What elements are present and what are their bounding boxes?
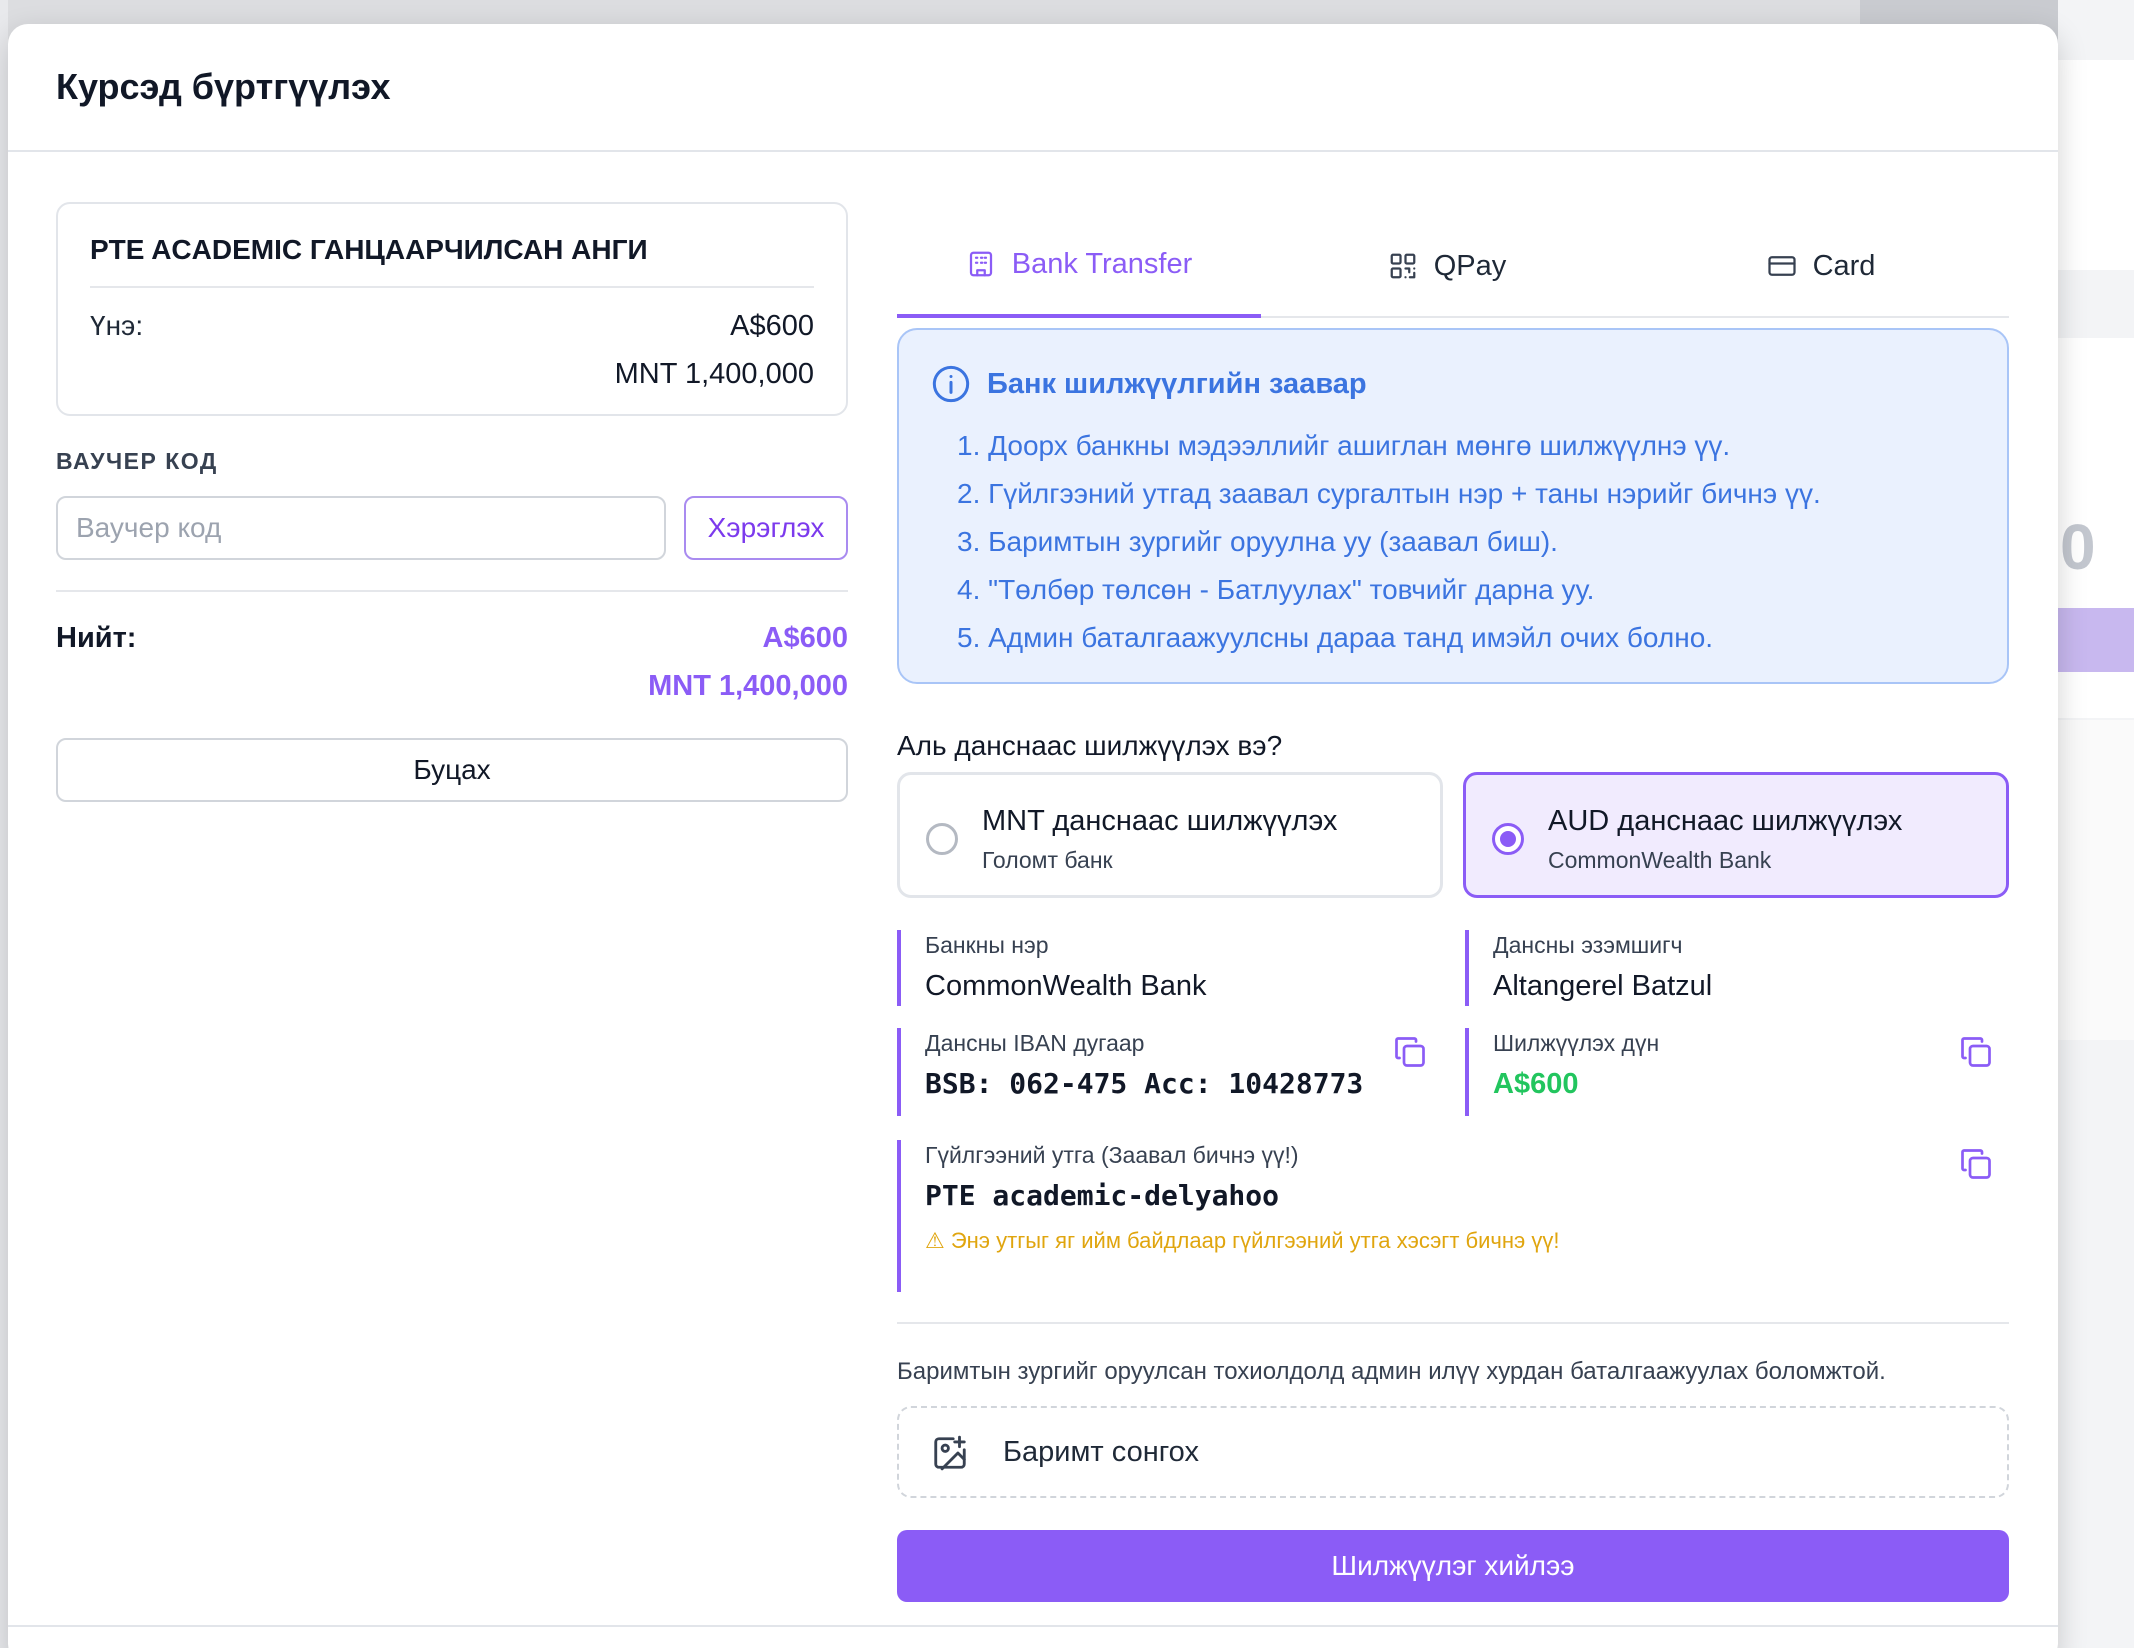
- tab-card[interactable]: Card: [1633, 214, 2009, 318]
- reference-label: Гүйлгээний утга (Заавал бичнэ үү!): [925, 1142, 1299, 1168]
- copy-iban-icon[interactable]: [1392, 1034, 1428, 1070]
- amount-label: Шилжүүлэх дүн: [1493, 1030, 1660, 1056]
- price-aud: A$600: [730, 310, 814, 342]
- image-upload-icon: [934, 1435, 966, 1471]
- amount-value: A$600: [1493, 1068, 1579, 1100]
- price-label: Үнэ:: [90, 310, 144, 341]
- copy-reference-icon[interactable]: [1958, 1146, 1994, 1182]
- tab-qpay[interactable]: QPay: [1261, 214, 1633, 318]
- modal-footer-divider: [8, 1625, 2058, 1627]
- voucher-label: ВАУЧЕР КОД: [56, 448, 218, 474]
- iban-value: BSB: 062-475 Acc: 10428773: [925, 1067, 1364, 1100]
- tab-bank-transfer[interactable]: Bank Transfer: [897, 214, 1261, 318]
- account-holder-label: Дансны эзэмшигч: [1493, 932, 1683, 958]
- account-option-aud[interactable]: AUD данснаас шилжүүлэх CommonWealth Bank: [1463, 772, 2009, 898]
- modal-title: Курсэд бүртгүүлэх: [56, 66, 391, 107]
- enroll-modal: Курсэд бүртгүүлэх PTE ACADEMIC ГАНЦААРЧИ…: [8, 24, 2058, 1648]
- back-button[interactable]: Буцах: [56, 738, 848, 802]
- background-card: [2058, 720, 2134, 1040]
- radio-button[interactable]: [1492, 823, 1524, 855]
- course-summary-card: PTE ACADEMIC ГАНЦААРЧИЛСАН АНГИ Үнэ: A$6…: [56, 202, 848, 416]
- amount-field: Шилжүүлэх дүн A$600: [1465, 1028, 2009, 1116]
- account-option-title: MNT данснаас шилжүүлэх: [982, 805, 1338, 837]
- apply-voucher-button[interactable]: Хэрэглэх: [684, 496, 848, 560]
- tab-label: Card: [1812, 249, 1876, 282]
- price-mnt: MNT 1,400,000: [614, 358, 814, 390]
- bank-name-value: CommonWealth Bank: [925, 970, 1207, 1002]
- course-title: PTE ACADEMIC ГАНЦААРЧИЛСАН АНГИ: [90, 234, 648, 265]
- account-option-title: AUD данснаас шилжүүлэх: [1548, 805, 1903, 837]
- payment-method-tabs: Bank Transfer QPay Card: [897, 214, 2009, 318]
- info-icon: [932, 365, 970, 403]
- instructions-title: Банк шилжүүлгийн заавар: [987, 367, 1367, 400]
- account-holder-value: Altangerel Batzul: [1493, 970, 1713, 1002]
- receipt-note: Баримтын зургийг оруулсан тохиолдолд адм…: [897, 1358, 1886, 1385]
- background-page-edge: 0: [2058, 0, 2134, 1648]
- modal-header: Курсэд бүртгүүлэх: [8, 24, 2058, 152]
- background-left-edge: [0, 0, 8, 1648]
- iban-field: Дансны IBAN дугаар BSB: 062-475 Acc: 104…: [897, 1028, 1443, 1116]
- instructions-header: Банк шилжүүлгийн заавар: [931, 364, 1367, 404]
- radio-button[interactable]: [926, 823, 958, 855]
- receipt-upload-label: Баримт сонгох: [1003, 1436, 1199, 1468]
- bank-name-label: Банкны нэр: [925, 932, 1049, 958]
- reference-field: Гүйлгээний утга (Заавал бичнэ үү!) PTE a…: [897, 1140, 2009, 1292]
- instruction-step: 5. Админ баталгаажуулсны дараа танд имэй…: [957, 622, 1714, 653]
- instruction-step: 1. Доорх банкны мэдээллийг ашиглан мөнгө…: [957, 430, 1731, 461]
- tab-label: QPay: [1433, 249, 1507, 282]
- credit-card-icon: [1767, 256, 1796, 276]
- background-card: [2058, 60, 2134, 270]
- voucher-input[interactable]: [56, 496, 666, 560]
- account-option-mnt[interactable]: MNT данснаас шилжүүлэх Голомт банк: [897, 772, 1443, 898]
- instruction-step: 2. Гүйлгээний утгад заавал сургалтын нэр…: [957, 478, 1821, 509]
- reference-value: PTE academic-delyahoo: [925, 1179, 1280, 1212]
- reference-warning: ⚠ Энэ утгыг яг ийм байдлаар гүйлгээний у…: [925, 1228, 1560, 1253]
- instructions-list: 1. Доорх банкны мэдээллийг ашиглан мөнгө…: [957, 422, 1821, 662]
- total-label: Нийт:: [56, 622, 137, 654]
- bank-transfer-instructions: Банк шилжүүлгийн заавар 1. Доорх банкны …: [897, 328, 2009, 684]
- copy-amount-icon[interactable]: [1958, 1034, 1994, 1070]
- account-question: Аль данснаас шилжүүлэх вэ?: [897, 730, 1283, 761]
- account-holder-field: Дансны эзэмшигч Altangerel Batzul: [1465, 930, 2009, 1006]
- account-option-bank: CommonWealth Bank: [1548, 847, 1772, 873]
- bank-name-field: Банкны нэр CommonWealth Bank: [897, 930, 1417, 1006]
- total-mnt: MNT 1,400,000: [648, 670, 848, 702]
- iban-label: Дансны IBAN дугаар: [925, 1030, 1145, 1056]
- background-purple-button: [2058, 608, 2134, 672]
- qr-code-icon: [1390, 253, 1416, 279]
- account-option-bank: Голомт банк: [982, 847, 1113, 873]
- background-partial-number: 0: [2060, 511, 2096, 583]
- instruction-step: 3. Баримтын зургийг оруулна уу (заавал б…: [957, 526, 1558, 557]
- bank-icon: [969, 251, 992, 277]
- tab-label: Bank Transfer: [1011, 247, 1193, 280]
- total-aud: A$600: [762, 622, 848, 654]
- divider: [56, 590, 848, 592]
- divider: [897, 1322, 2009, 1324]
- receipt-upload-dropzone[interactable]: Баримт сонгох: [897, 1406, 2009, 1498]
- divider: [90, 286, 814, 288]
- transfer-done-button[interactable]: Шилжүүлэг хийлээ: [897, 1530, 2009, 1602]
- instruction-step: 4. "Төлбөр төлсөн - Батлуулах" товчийг д…: [957, 574, 1595, 605]
